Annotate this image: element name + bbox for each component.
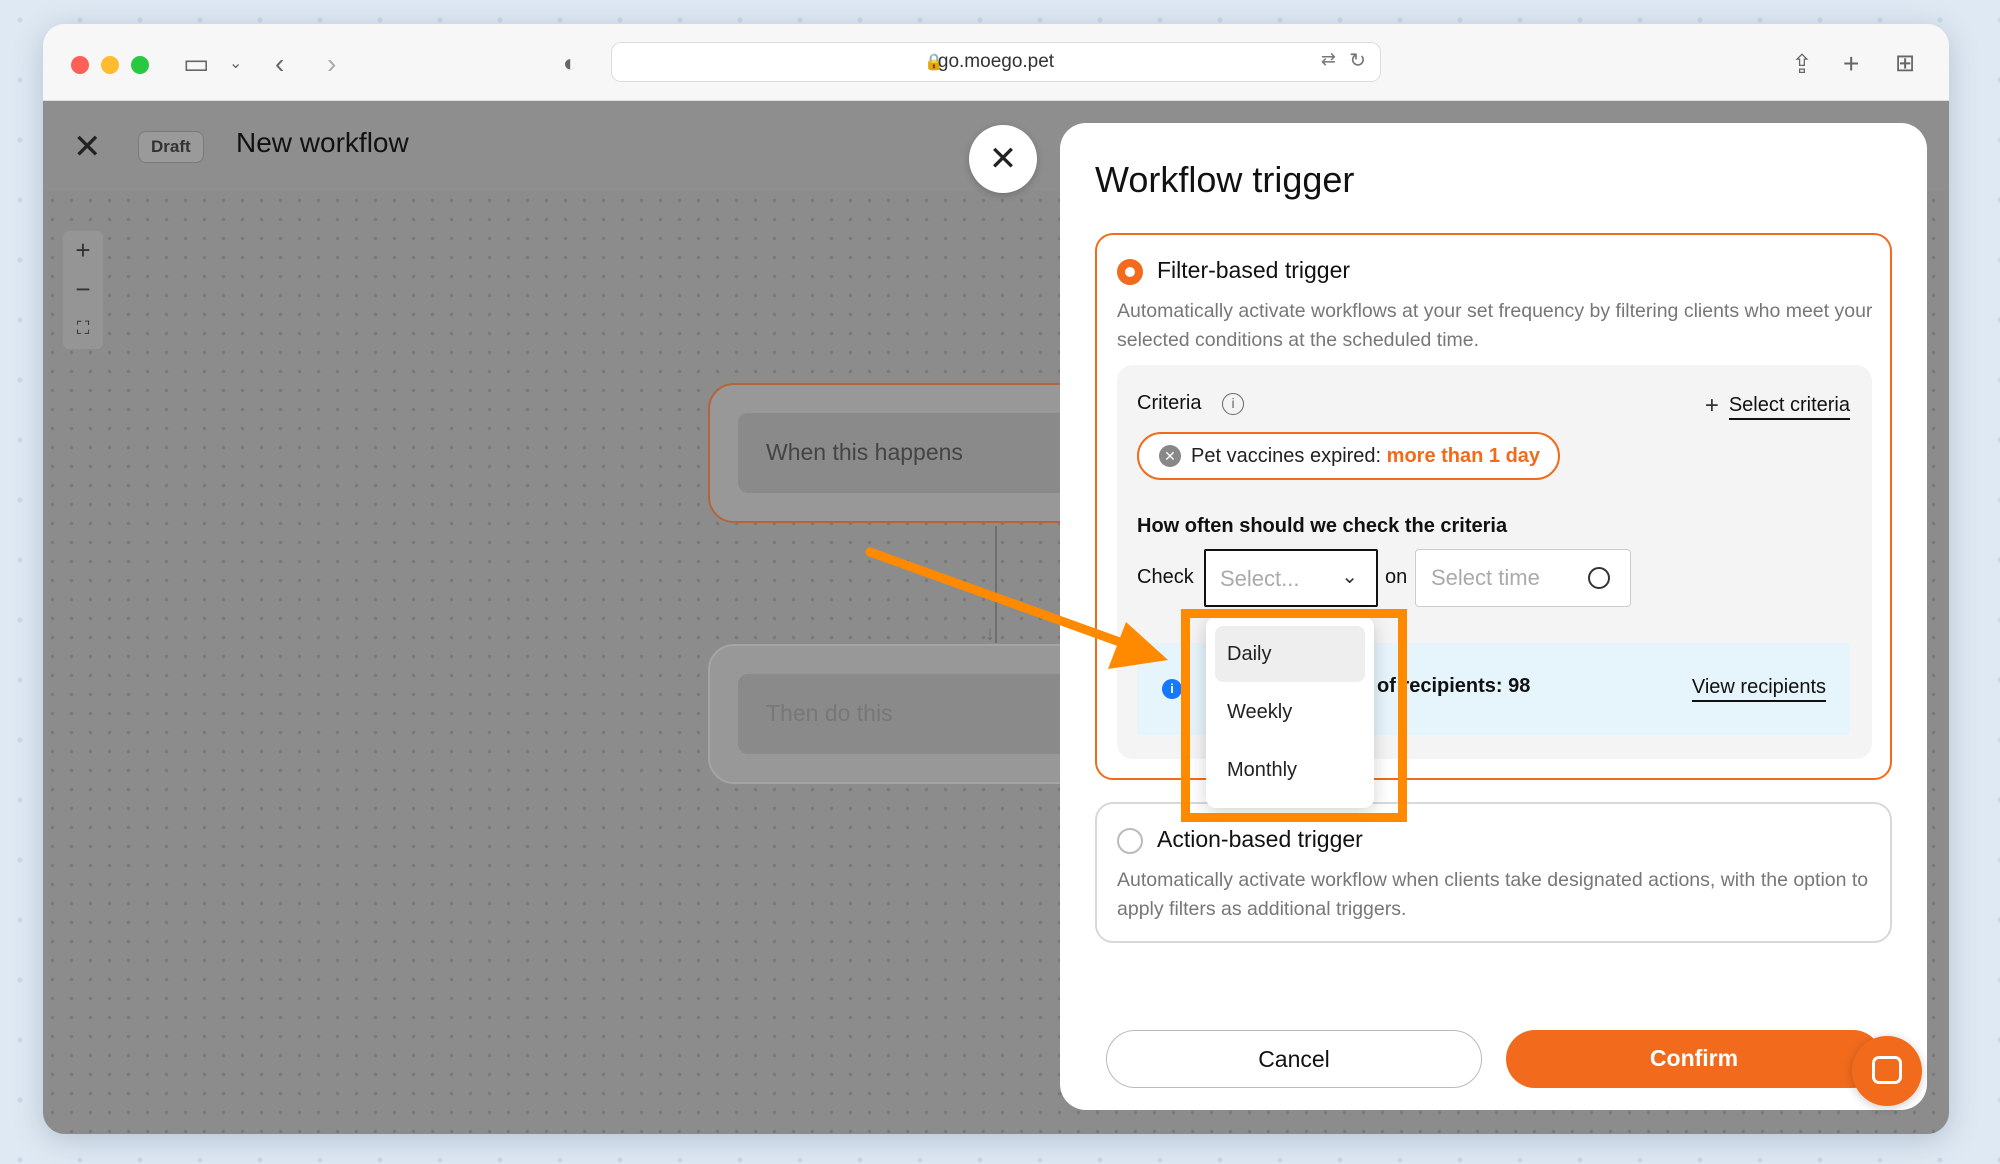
plus-icon: + bbox=[1704, 392, 1719, 419]
confirm-button[interactable]: Confirm bbox=[1506, 1030, 1882, 1088]
drawer-title: Workflow trigger bbox=[1095, 159, 1355, 200]
tab-overview-icon[interactable]: ⊞ bbox=[1895, 46, 1915, 82]
action-trigger-card[interactable]: Action-based trigger Automatically activ… bbox=[1095, 802, 1892, 943]
back-icon[interactable]: ‹ bbox=[275, 46, 284, 82]
info-icon[interactable]: i bbox=[1222, 393, 1244, 415]
cancel-button[interactable]: Cancel bbox=[1106, 1030, 1482, 1088]
new-tab-icon[interactable]: + bbox=[1843, 46, 1859, 82]
chevron-down-icon[interactable]: ⌄ bbox=[229, 46, 242, 82]
frequency-label: How often should we check the criteria bbox=[1137, 515, 1508, 537]
check-label: Check bbox=[1137, 566, 1194, 588]
action-trigger-description: Automatically activate workflow when cli… bbox=[1117, 869, 1869, 920]
criteria-chip[interactable]: ✕ Pet vaccines expired: more than 1 day bbox=[1137, 432, 1561, 480]
select-criteria-label: Select criteria bbox=[1728, 394, 1850, 420]
remove-criteria-icon[interactable]: ✕ bbox=[1159, 445, 1181, 467]
zoom-in-icon[interactable]: + bbox=[63, 231, 103, 270]
page-title: New workflow bbox=[236, 127, 409, 158]
zoom-controls: + − ⛶ bbox=[63, 231, 103, 349]
chip-value: more than 1 day bbox=[1386, 445, 1541, 467]
app-area: ✕ Draft New workflow + − ⛶ When this hap… bbox=[43, 101, 1949, 1134]
forward-icon[interactable]: › bbox=[327, 46, 336, 82]
url-text: go.moego.pet bbox=[937, 51, 1055, 72]
node-connector bbox=[995, 526, 997, 643]
frequency-select[interactable]: Select... ⌄ bbox=[1204, 549, 1378, 607]
browser-window: ▭ ⌄ ‹ › ◐ 🔒 go.moego.pet ⇄ ↻ ⇪ + ⊞ ✕ Dra… bbox=[43, 24, 1949, 1134]
close-drawer-button[interactable]: ✕ bbox=[969, 125, 1037, 193]
browser-toolbar: ▭ ⌄ ‹ › ◐ 🔒 go.moego.pet ⇄ ↻ ⇪ + ⊞ bbox=[43, 24, 1949, 101]
chat-support-icon[interactable] bbox=[1852, 1036, 1922, 1106]
fit-view-icon[interactable]: ⛶ bbox=[63, 309, 103, 348]
criteria-label: Criteria bbox=[1137, 392, 1202, 414]
minimize-window-button[interactable] bbox=[101, 56, 119, 74]
frequency-placeholder: Select... bbox=[1220, 566, 1300, 591]
chevron-down-icon: ⌄ bbox=[1341, 566, 1358, 588]
on-label: on bbox=[1385, 566, 1408, 588]
status-badge: Draft bbox=[138, 131, 204, 163]
time-select[interactable]: Select time bbox=[1415, 549, 1631, 607]
shield-icon[interactable]: ◐ bbox=[563, 46, 578, 82]
connector-arrow-icon: ↓ bbox=[985, 623, 995, 645]
maximize-window-button[interactable] bbox=[131, 56, 149, 74]
close-workflow-icon[interactable]: ✕ bbox=[73, 127, 102, 167]
action-trigger-radio[interactable] bbox=[1117, 828, 1143, 854]
action-trigger-title: Action-based trigger bbox=[1157, 826, 1363, 852]
chip-label: Pet vaccines expired: bbox=[1191, 445, 1382, 467]
select-criteria-button[interactable]: + Select criteria bbox=[1705, 392, 1850, 420]
filter-trigger-description: Automatically activate workflows at your… bbox=[1117, 300, 1873, 351]
time-placeholder: Select time bbox=[1431, 565, 1540, 590]
reload-icon[interactable]: ↻ bbox=[1349, 48, 1366, 73]
view-recipients-link[interactable]: View recipients bbox=[1691, 676, 1826, 702]
translate-icon[interactable]: ⇄ bbox=[1321, 49, 1336, 70]
clock-icon bbox=[1588, 567, 1610, 589]
address-bar[interactable]: 🔒 go.moego.pet ⇄ ↻ bbox=[611, 42, 1381, 82]
filter-trigger-radio[interactable] bbox=[1117, 259, 1143, 285]
annotation-highlight-box bbox=[1181, 609, 1407, 822]
info-icon: i bbox=[1162, 679, 1182, 699]
close-window-button[interactable] bbox=[71, 56, 89, 74]
share-icon[interactable]: ⇪ bbox=[1791, 46, 1813, 82]
zoom-out-icon[interactable]: − bbox=[63, 270, 103, 309]
filter-trigger-title: Filter-based trigger bbox=[1157, 257, 1351, 283]
sidebar-toggle-icon[interactable]: ▭ bbox=[183, 46, 209, 82]
